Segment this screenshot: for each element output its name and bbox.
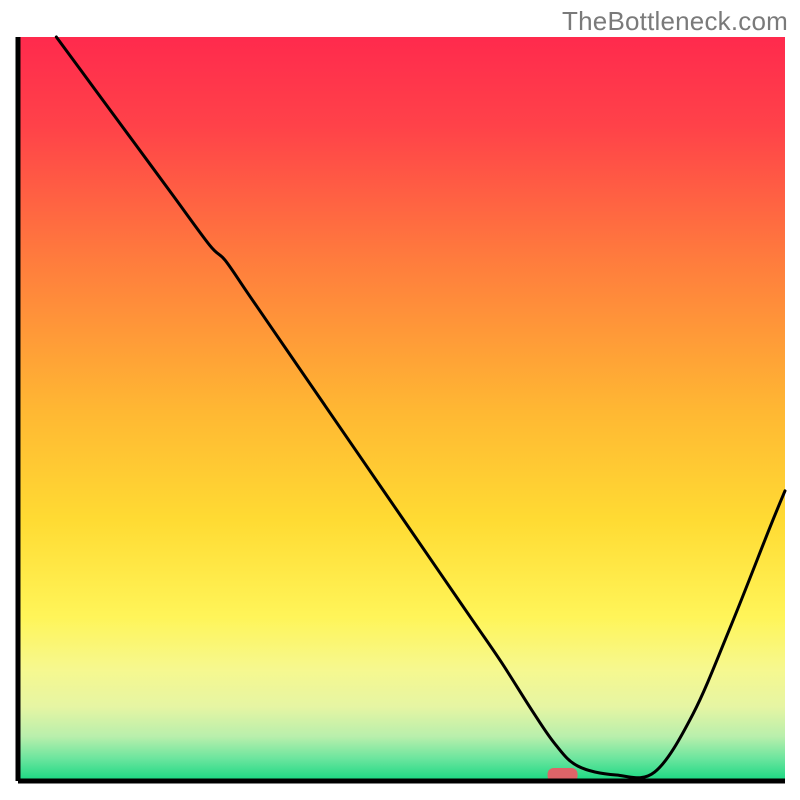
- watermark-text: TheBottleneck.com: [562, 6, 788, 37]
- chart-container: TheBottleneck.com: [0, 0, 800, 800]
- chart-background: [18, 37, 785, 781]
- chart-plot: [0, 0, 800, 800]
